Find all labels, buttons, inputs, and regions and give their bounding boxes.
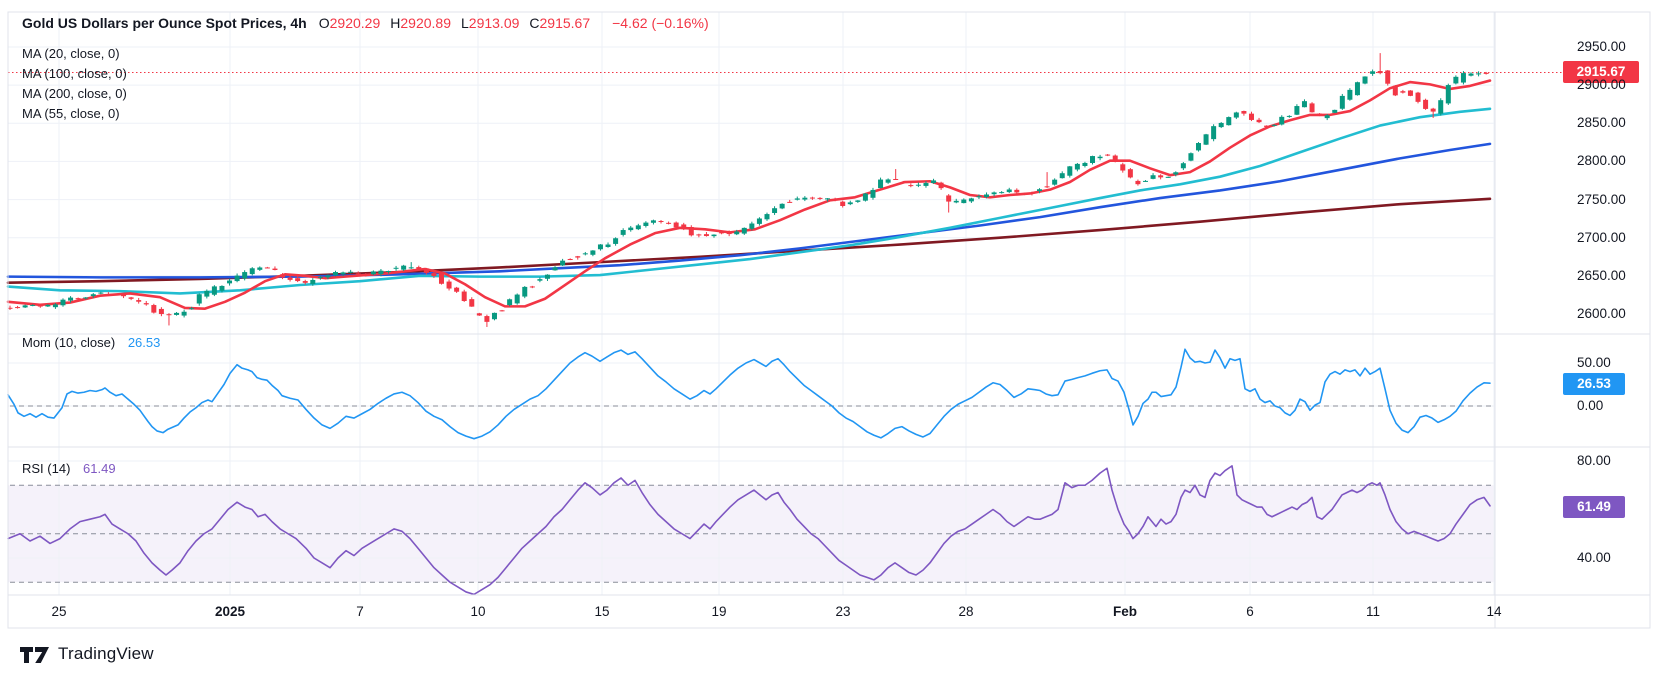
- momentum-value: 26.53: [128, 335, 161, 350]
- price-change: −4.62 (−0.16%): [612, 15, 709, 31]
- legend-item-ma-2[interactable]: MA (100, close, 0): [22, 65, 127, 83]
- chart-title-row: Gold US Dollars per Ounce Spot Prices, 4…: [22, 15, 709, 31]
- rsi-tick-label: 80.00: [1577, 453, 1611, 469]
- tradingview-logo-text: TradingView: [58, 644, 154, 664]
- ohlc-values: O2920.29 H2920.89 L2913.09 C2915.67: [319, 15, 600, 31]
- price-tick-label: 2650.00: [1577, 268, 1626, 284]
- tradingview-logo-icon: [20, 644, 50, 664]
- rsi-tick-label: 40.00: [1577, 550, 1611, 566]
- momentum-tick-label: 0.00: [1577, 398, 1603, 414]
- time-tick-label: 10: [470, 604, 485, 619]
- time-tick-label: 2025: [215, 604, 245, 619]
- ohlc-segment: L2913.09: [461, 15, 519, 31]
- ohlc-segment: C2915.67: [529, 15, 590, 31]
- time-tick-label: Feb: [1113, 604, 1137, 619]
- price-tick-label: 2900.00: [1577, 77, 1626, 93]
- legend-item-ma-3[interactable]: MA (200, close, 0): [22, 85, 127, 103]
- price-tick-label: 2800.00: [1577, 153, 1626, 169]
- rsi-value: 61.49: [83, 461, 116, 476]
- time-tick-label: 7: [356, 604, 364, 619]
- time-axis[interactable]: 25202571015192328Feb61114: [8, 595, 1495, 628]
- momentum-legend[interactable]: Mom (10, close) 26.53: [22, 335, 160, 350]
- time-tick-label: 11: [1366, 604, 1380, 619]
- tradingview-logo[interactable]: TradingView: [20, 644, 154, 664]
- momentum-tick-label: 50.00: [1577, 355, 1611, 371]
- price-tick-label: 2950.00: [1577, 39, 1626, 55]
- price-tick-label: 2600.00: [1577, 306, 1626, 322]
- price-tick-label: 2750.00: [1577, 192, 1626, 208]
- time-tick-label: 15: [594, 604, 609, 619]
- price-tick-label: 2700.00: [1577, 230, 1626, 246]
- time-tick-label: 25: [51, 604, 66, 619]
- momentum-label: Mom (10, close): [22, 335, 115, 350]
- rsi-label: RSI (14): [22, 461, 70, 476]
- price-axis[interactable]: 2915.67 26.53 61.49 2950.002900.002850.0…: [1495, 12, 1654, 595]
- legend-item-ma-4[interactable]: MA (55, close, 0): [22, 105, 120, 123]
- ohlc-segment: O2920.29: [319, 15, 381, 31]
- tradingview-chart: Gold US Dollars per Ounce Spot Prices, 4…: [0, 0, 1654, 674]
- time-tick-label: 19: [711, 604, 726, 619]
- momentum-badge: 26.53: [1563, 373, 1625, 395]
- legend-item-ma-1[interactable]: MA (20, close, 0): [22, 45, 120, 63]
- time-tick-label: 14: [1486, 604, 1501, 619]
- ohlc-segment: H2920.89: [390, 15, 451, 31]
- time-tick-label: 28: [958, 604, 973, 619]
- time-tick-label: 6: [1246, 604, 1254, 619]
- chart-canvas[interactable]: [0, 0, 1654, 674]
- rsi-legend[interactable]: RSI (14) 61.49: [22, 461, 116, 476]
- symbol-title: Gold US Dollars per Ounce Spot Prices, 4…: [22, 15, 307, 31]
- rsi-badge: 61.49: [1563, 496, 1625, 518]
- price-tick-label: 2850.00: [1577, 115, 1626, 131]
- time-tick-label: 23: [835, 604, 850, 619]
